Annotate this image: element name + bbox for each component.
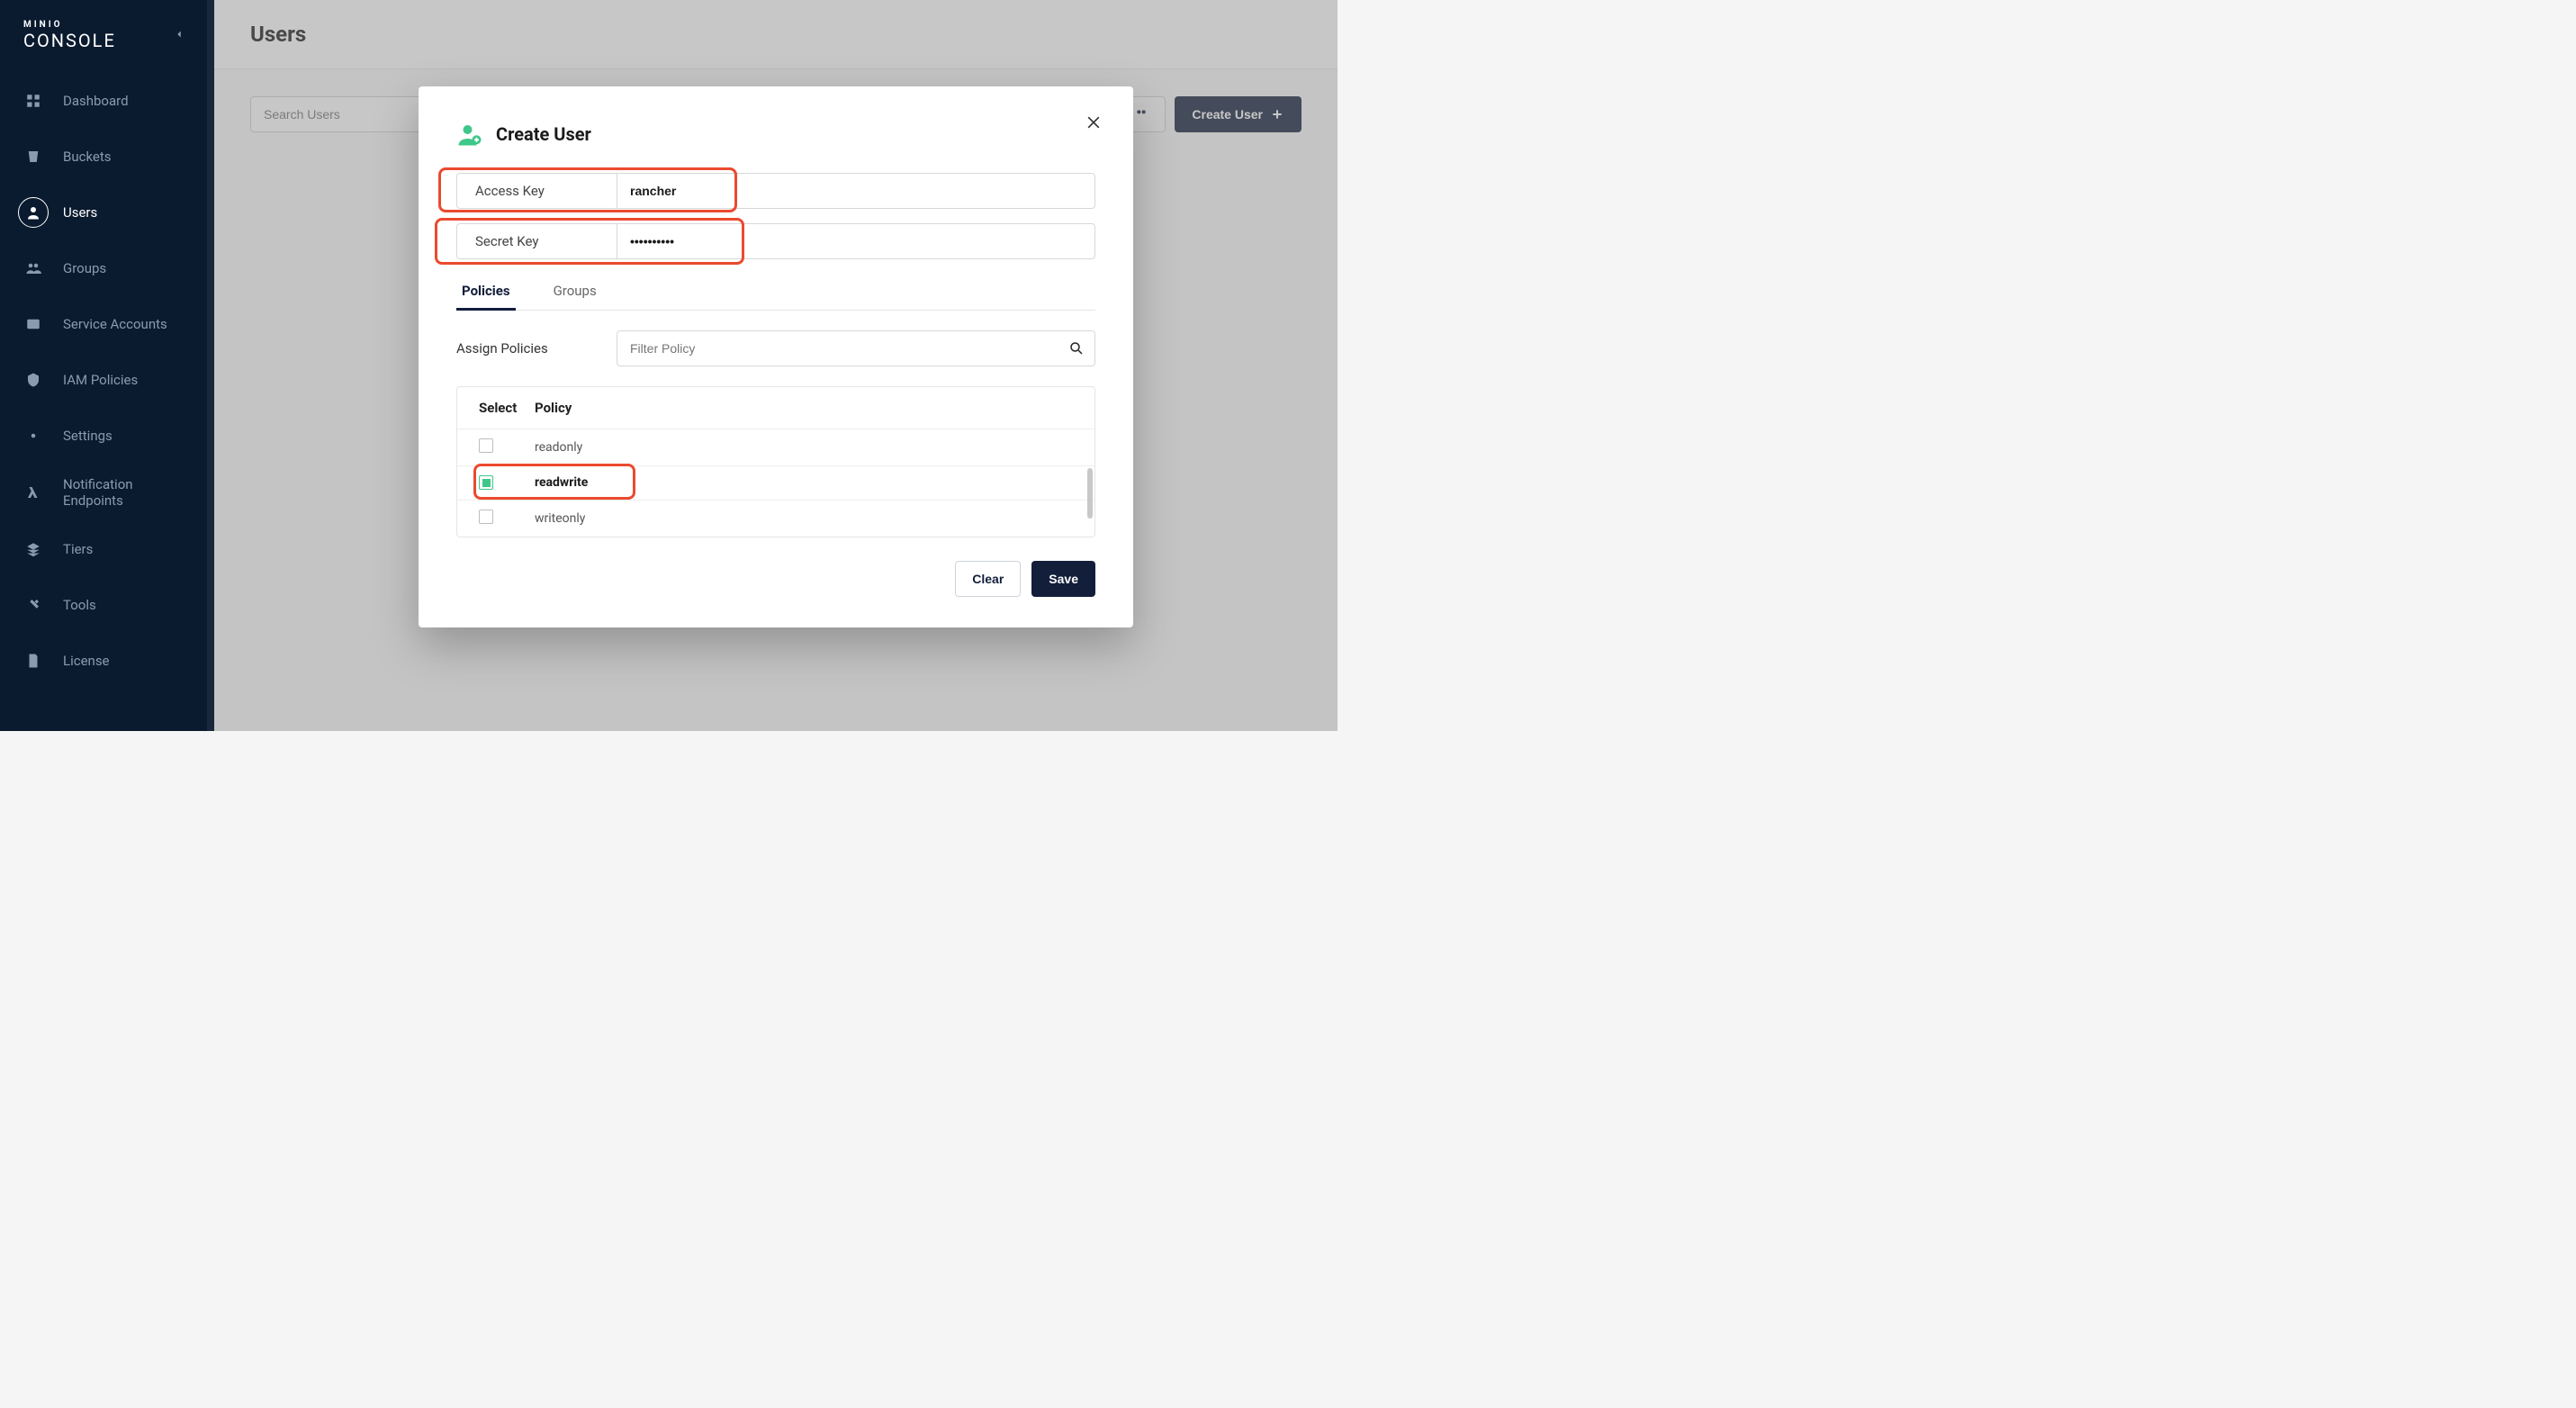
- tab-groups[interactable]: Groups: [548, 274, 602, 311]
- modal-tabs: Policies Groups: [456, 274, 1095, 311]
- modal-actions: Clear Save: [456, 561, 1095, 597]
- nav-label: Tiers: [63, 541, 93, 557]
- button-label: Clear: [972, 572, 1004, 586]
- filter-policy-input[interactable]: [617, 330, 1095, 366]
- policy-table-head: Select Policy: [457, 387, 1094, 429]
- id-card-icon: [25, 316, 41, 332]
- nav-label: Groups: [63, 260, 106, 276]
- col-policy-header: Policy: [535, 400, 1073, 416]
- gear-icon: [25, 428, 41, 444]
- checkbox-readwrite[interactable]: [479, 475, 493, 490]
- logo-text: MINIO CONSOLE: [23, 20, 116, 51]
- nav-label: Users: [63, 204, 97, 221]
- modal-close-button[interactable]: [1085, 113, 1103, 137]
- groups-icon: [25, 260, 41, 276]
- sidebar: MINIO CONSOLE Dashboard Buckets Users: [0, 0, 214, 731]
- checkbox-writeonly[interactable]: [479, 510, 493, 524]
- policy-name: readwrite: [535, 475, 1073, 490]
- sidebar-item-tiers[interactable]: Tiers: [0, 521, 214, 577]
- document-icon: [25, 653, 41, 669]
- tab-policies[interactable]: Policies: [456, 274, 516, 311]
- close-icon: [1085, 113, 1103, 131]
- lambda-icon: [25, 484, 41, 501]
- modal-header: Create User: [456, 121, 1095, 148]
- sidebar-item-buckets[interactable]: Buckets: [0, 129, 214, 185]
- nav-label: Settings: [63, 428, 113, 444]
- policy-scrollbar[interactable]: [1087, 468, 1093, 519]
- user-icon: [25, 204, 41, 221]
- col-select-header: Select: [479, 400, 535, 416]
- access-key-row: Access Key: [456, 173, 1095, 209]
- sidebar-item-license[interactable]: License: [0, 633, 214, 689]
- search-icon: [1068, 340, 1085, 357]
- grid-icon: [25, 93, 41, 109]
- nav-label: License: [63, 653, 110, 669]
- bucket-icon: [25, 149, 41, 165]
- modal-title: Create User: [496, 123, 591, 145]
- sidebar-scrollbar[interactable]: [207, 0, 214, 731]
- secret-key-label: Secret Key: [456, 223, 617, 259]
- shield-icon: [25, 372, 41, 388]
- secret-key-input[interactable]: [617, 223, 1095, 259]
- modal-overlay[interactable]: Create User Access Key Secret Key: [214, 0, 1338, 731]
- button-label: Save: [1049, 572, 1078, 586]
- access-key-label: Access Key: [456, 173, 617, 209]
- policy-name: writeonly: [535, 511, 1073, 526]
- main: Users Add To Group Create User Create U: [214, 0, 1338, 731]
- logo-minio: MINIO: [23, 20, 116, 30]
- nav-label: Dashboard: [63, 93, 129, 109]
- logo-block: MINIO CONSOLE: [0, 0, 214, 68]
- tools-icon: [25, 597, 41, 613]
- logo-console: CONSOLE: [23, 30, 116, 51]
- chevron-left-icon: [173, 28, 185, 41]
- checkbox-readonly[interactable]: [479, 438, 493, 453]
- sidebar-item-iam-policies[interactable]: IAM Policies: [0, 352, 214, 408]
- sidebar-item-settings[interactable]: Settings: [0, 408, 214, 464]
- sidebar-item-notification-endpoints[interactable]: Notification Endpoints: [0, 464, 214, 521]
- nav-label: Tools: [63, 597, 96, 613]
- policy-table: Select Policy readonly readwrite: [456, 386, 1095, 537]
- access-key-input[interactable]: [617, 173, 1095, 209]
- nav-label: Buckets: [63, 149, 112, 165]
- sidebar-item-groups[interactable]: Groups: [0, 240, 214, 296]
- sidebar-item-service-accounts[interactable]: Service Accounts: [0, 296, 214, 352]
- assign-policies-row: Assign Policies: [456, 330, 1095, 366]
- policy-row-writeonly[interactable]: writeonly: [457, 500, 1094, 537]
- save-button[interactable]: Save: [1031, 561, 1095, 597]
- sidebar-nav: Dashboard Buckets Users Groups Service A…: [0, 68, 214, 694]
- layers-icon: [25, 541, 41, 557]
- sidebar-item-tools[interactable]: Tools: [0, 577, 214, 633]
- nav-label: IAM Policies: [63, 372, 138, 388]
- create-user-modal: Create User Access Key Secret Key: [419, 86, 1133, 627]
- clear-button[interactable]: Clear: [955, 561, 1021, 597]
- sidebar-item-users[interactable]: Users: [0, 185, 214, 240]
- sidebar-item-dashboard[interactable]: Dashboard: [0, 73, 214, 129]
- assign-policies-label: Assign Policies: [456, 340, 581, 357]
- policy-row-readwrite[interactable]: readwrite: [457, 465, 1094, 500]
- secret-key-row: Secret Key: [456, 223, 1095, 259]
- nav-label: Service Accounts: [63, 316, 167, 332]
- add-user-icon: [456, 121, 483, 148]
- nav-label: Notification Endpoints: [63, 476, 196, 509]
- policy-row-readonly[interactable]: readonly: [457, 429, 1094, 465]
- policy-name: readonly: [535, 440, 1073, 455]
- sidebar-collapse-button[interactable]: [167, 22, 191, 50]
- policy-table-body[interactable]: readonly readwrite writeonly: [457, 429, 1094, 537]
